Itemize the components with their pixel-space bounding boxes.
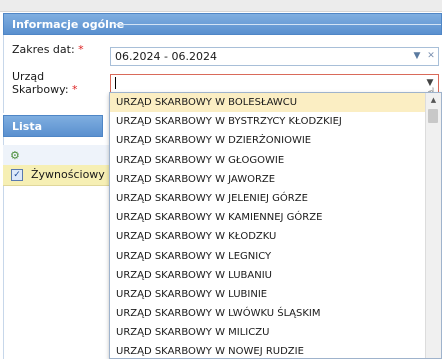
close-icon[interactable]: ✕ (424, 48, 438, 65)
scroll-thumb[interactable] (428, 109, 438, 123)
grid-settings-icon[interactable]: ⚙ (10, 149, 20, 162)
dropdown-item[interactable]: URZĄD SKARBOWY W JELENIEJ GÓRZE (110, 189, 426, 208)
dropdown-item[interactable]: URZĄD SKARBOWY W KŁODZKU (110, 227, 426, 246)
dropdown-item[interactable]: URZĄD SKARBOWY W BOLESŁAWCU (110, 93, 426, 113)
date-range-label: Zakres dat: * (12, 43, 84, 56)
dropdown-item[interactable]: URZĄD SKARBOWY W DZIERŻONIOWIE (110, 131, 426, 150)
tax-office-label-line1: Urząd (12, 70, 45, 83)
required-marker: * (78, 43, 84, 56)
tax-office-label: Urząd Skarbowy: * (12, 70, 78, 96)
header-divider (114, 24, 441, 25)
panel-header-warehouses: Lista magazynów j (3, 115, 103, 155)
dropdown-scrollbar[interactable]: ▲ (425, 93, 441, 358)
dropdown-item[interactable]: URZĄD SKARBOWY W NOWEJ RUDZIE (110, 342, 426, 358)
text-caret (115, 77, 116, 89)
dropdown-item[interactable]: URZĄD SKARBOWY W LWÓWKU ŚLĄSKIM (110, 304, 426, 323)
dropdown-item[interactable]: URZĄD SKARBOWY W LUBANIU (110, 266, 426, 285)
dropdown-item[interactable]: URZĄD SKARBOWY W KAMIENNEJ GÓRZE (110, 208, 426, 227)
dropdown-item[interactable]: URZĄD SKARBOWY W JAWORZE (110, 170, 426, 189)
dropdown-item[interactable]: URZĄD SKARBOWY W LUBINIE (110, 285, 426, 304)
dropdown-items: URZĄD SKARBOWY W BOLESŁAWCU URZĄD SKARBO… (110, 93, 426, 358)
panel-title-general: Informacje ogólne (12, 18, 125, 31)
warehouse-name: Żywnościowy (31, 168, 105, 181)
panel-header-general: Informacje ogólne (3, 13, 442, 35)
top-toolbar (0, 0, 442, 12)
required-marker: * (72, 83, 78, 96)
dropdown-item[interactable]: URZĄD SKARBOWY W LEGNICY (110, 247, 426, 266)
tax-office-dropdown-list: URZĄD SKARBOWY W BOLESŁAWCU URZĄD SKARBO… (109, 92, 442, 359)
date-range-combobox[interactable]: 06.2024 - 06.2024 ▼ ✕ (110, 47, 439, 66)
dropdown-item[interactable]: URZĄD SKARBOWY W BYSTRZYCY KŁODZKIEJ (110, 112, 426, 131)
arrow-up-icon[interactable]: ▲ (426, 93, 441, 107)
tax-office-label-line2: Skarbowy: (12, 83, 69, 96)
row-checkbox[interactable]: ✓ (11, 169, 23, 181)
dropdown-item[interactable]: URZĄD SKARBOWY W MILICZU (110, 323, 426, 342)
tax-office-input[interactable]: ▼ (110, 74, 439, 93)
date-range-label-text: Zakres dat: (12, 43, 75, 56)
chevron-down-icon[interactable]: ▼ (410, 48, 424, 65)
dropdown-item[interactable]: URZĄD SKARBOWY W GŁOGOWIE (110, 151, 426, 170)
date-range-value: 06.2024 - 06.2024 (115, 50, 217, 63)
